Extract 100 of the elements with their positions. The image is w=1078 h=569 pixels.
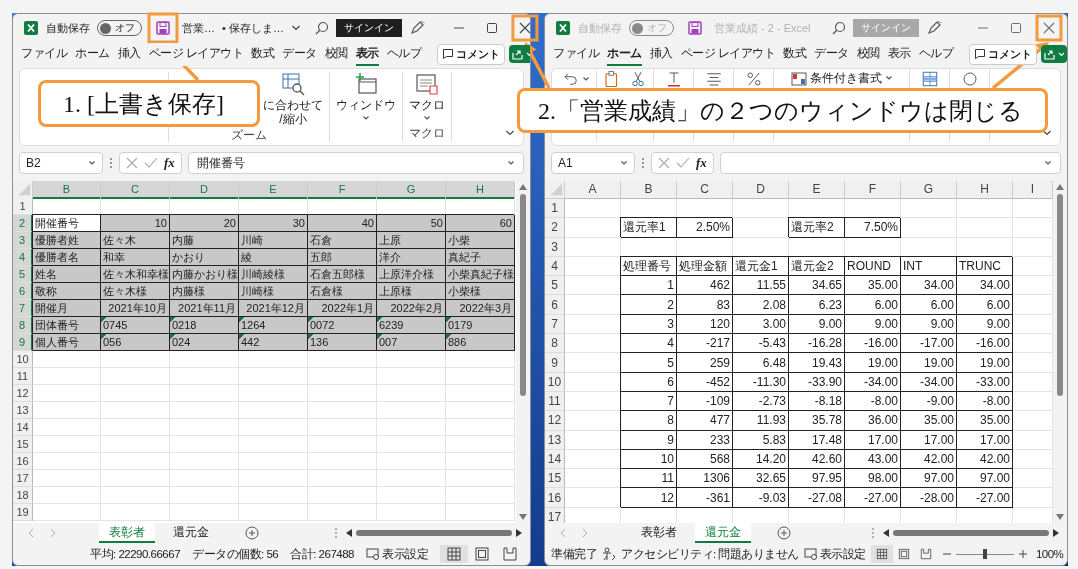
table-cell: 32.65 — [733, 469, 789, 489]
share-button[interactable] — [509, 45, 530, 63]
pen-icon[interactable] — [408, 20, 425, 36]
name-box[interactable]: B2 — [19, 152, 103, 174]
cancel-icon[interactable] — [126, 157, 138, 169]
next-sheet-icon[interactable] — [49, 528, 57, 538]
formula-bar[interactable]: 開催番号 — [187, 152, 524, 174]
circle-icon[interactable] — [960, 70, 979, 88]
table-cell: 17.00 — [901, 430, 957, 450]
column-header[interactable]: B — [33, 181, 101, 199]
table-cell: 2.08 — [733, 295, 789, 315]
normal-view-icon[interactable] — [440, 545, 468, 563]
table-cell: 個人番号 — [33, 334, 101, 351]
empty-cell — [239, 487, 308, 504]
callout-box: 2.「営業成績」の２つのウィンドウは閉じる — [517, 88, 1048, 133]
percent-icon[interactable] — [744, 70, 763, 88]
menu-tab[interactable]: ページ レイアウト — [148, 42, 244, 66]
ribbon-button[interactable]: ウィンドウ — [336, 72, 396, 123]
comment-button[interactable]: コメント — [437, 43, 506, 65]
row-header[interactable]: 16 — [13, 453, 33, 470]
undo-icon[interactable] — [562, 70, 580, 88]
column-header[interactable]: E — [239, 181, 308, 199]
empty-cell — [239, 504, 308, 521]
close-icon[interactable] — [518, 22, 530, 34]
table-cell: 97.95 — [789, 469, 845, 489]
add-sheet-icon[interactable] — [245, 526, 259, 540]
empty-cell — [377, 368, 446, 385]
collapse-ribbon-icon[interactable] — [505, 128, 515, 138]
row-header[interactable]: 14 — [13, 419, 33, 436]
table-cell: 35.00 — [957, 411, 1013, 431]
row-header[interactable]: 18 — [13, 487, 33, 504]
scissors-icon[interactable] — [629, 70, 647, 88]
row-header[interactable]: 12 — [13, 385, 33, 402]
table-cell: 442 — [239, 334, 308, 351]
row-header[interactable]: 13 — [13, 402, 33, 419]
table-cell: 34.65 — [789, 276, 845, 296]
align-lines-icon[interactable] — [704, 70, 723, 88]
empty-cell — [446, 436, 515, 453]
row-header[interactable]: 17 — [13, 470, 33, 487]
table-cell: -9.00 — [901, 391, 957, 412]
row-header[interactable]: 5 — [13, 266, 33, 283]
macro-icon[interactable] — [415, 72, 439, 96]
table-cell: 97.00 — [901, 469, 957, 489]
highlight-frame — [511, 14, 539, 42]
share-icon — [511, 48, 530, 60]
table-cell: -27.08 — [789, 488, 845, 508]
table-cell: 11.93 — [733, 411, 789, 431]
column-header[interactable]: H — [446, 181, 515, 199]
empty-cell — [957, 218, 1013, 238]
empty-cell — [170, 419, 239, 436]
save-icon[interactable] — [155, 20, 171, 36]
conditional-format-icon[interactable] — [790, 70, 807, 86]
empty-cell — [170, 385, 239, 402]
ribbon-button[interactable] — [562, 70, 590, 88]
table-cell: -9.03 — [733, 488, 789, 508]
insert-function-button[interactable]: fx — [164, 155, 175, 171]
row-header[interactable]: 2 — [13, 215, 33, 232]
more-options-icon[interactable] — [109, 157, 113, 169]
row-header[interactable]: 9 — [13, 334, 33, 351]
table-cell: 還元金1 — [733, 256, 789, 277]
column-header[interactable]: C — [101, 181, 170, 199]
table-cell: TRUNC — [957, 256, 1013, 277]
row-header[interactable]: 6 — [13, 283, 33, 300]
sheet-tab[interactable]: 表彰者 — [99, 523, 155, 543]
search-icon[interactable] — [314, 21, 329, 35]
row-header[interactable]: 7 — [13, 300, 33, 317]
highlight-frame — [1035, 14, 1063, 42]
table-cell: 42.00 — [957, 449, 1013, 470]
ribbon-button[interactable]: 条件付き書式 — [790, 70, 893, 86]
sheet-tab[interactable]: 還元金 — [163, 523, 219, 543]
caret-icon — [88, 159, 96, 167]
zoom-to-selection-icon[interactable] — [281, 72, 305, 96]
callout-box: 1. [上書き保存] — [38, 80, 260, 127]
row-header[interactable]: 11 — [13, 368, 33, 385]
empty-cell — [101, 436, 170, 453]
empty-cell — [239, 453, 308, 470]
row-header[interactable]: 10 — [13, 351, 33, 368]
table-icon[interactable] — [920, 70, 939, 88]
chevron-down-icon[interactable] — [290, 23, 301, 33]
view-settings-button[interactable]: 表示設定 — [366, 546, 428, 562]
row-header[interactable]: 19 — [13, 504, 33, 521]
check-icon[interactable] — [144, 157, 158, 169]
column-header[interactable]: F — [308, 181, 377, 199]
row-header[interactable]: 8 — [13, 317, 33, 334]
column-header[interactable]: D — [170, 181, 239, 199]
column-header[interactable]: G — [377, 181, 446, 199]
row-header[interactable]: 1 — [13, 198, 33, 215]
ribbon-button[interactable]: マクロ — [409, 72, 445, 123]
previous-sheet-icon[interactable] — [27, 528, 35, 538]
row-header[interactable]: 15 — [13, 436, 33, 453]
table-cell: 1306 — [677, 469, 733, 489]
document-title: 営業成績 - 2 - Excel — [714, 20, 811, 36]
maximize-icon[interactable] — [485, 22, 498, 34]
new-window-icon[interactable] — [354, 72, 378, 96]
signin-button[interactable]: サインイン — [335, 19, 402, 37]
row-header[interactable]: 4 — [13, 249, 33, 266]
empty-cell — [901, 199, 957, 219]
row-header[interactable]: 3 — [13, 232, 33, 249]
ribbon-button[interactable]: に合わせて /縮小 — [263, 72, 323, 127]
empty-cell — [308, 351, 377, 368]
